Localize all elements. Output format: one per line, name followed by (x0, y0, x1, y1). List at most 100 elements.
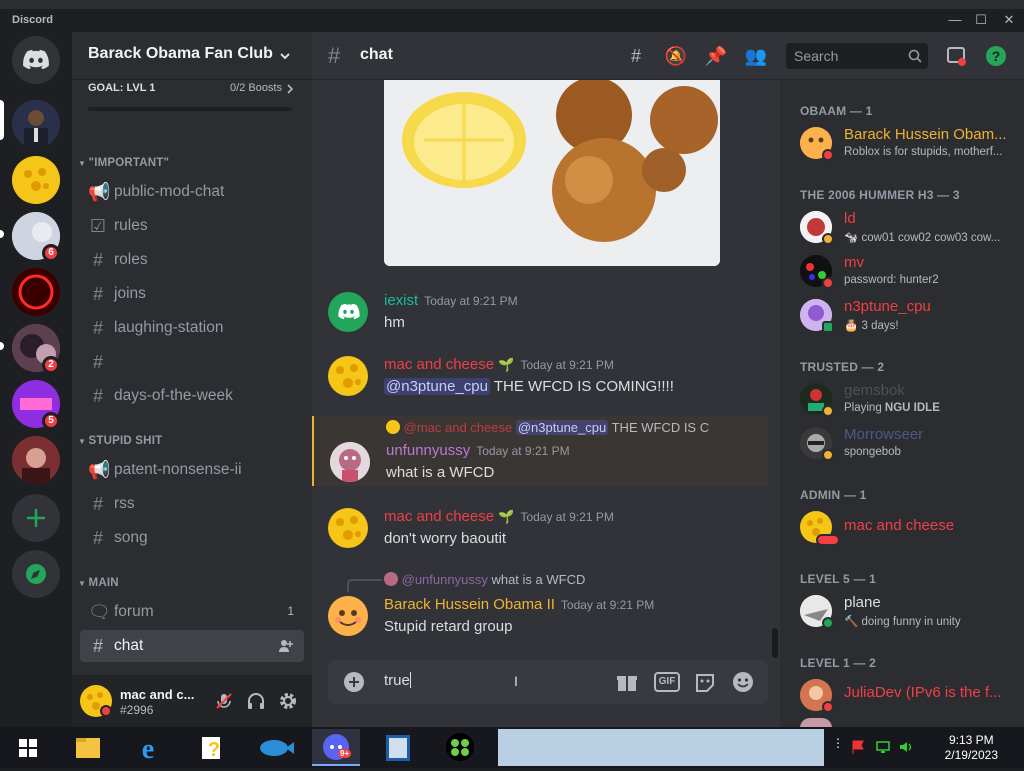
channel-roles[interactable]: # roles (80, 244, 304, 276)
message-text: hm (384, 314, 405, 331)
author-name[interactable]: iexist Today at 9:21 PM (384, 292, 518, 309)
author-name[interactable]: mac and cheese 🌱 Today at 9:21 PM (384, 356, 614, 373)
notification-mute-icon[interactable]: 🔕 (664, 44, 688, 68)
channel-joins[interactable]: # joins (80, 278, 304, 310)
explore-button[interactable] (12, 550, 60, 598)
network-icon[interactable] (875, 739, 891, 755)
author-name[interactable]: Barack Hussein Obama II Today at 9:21 PM (384, 596, 654, 613)
help-icon[interactable]: ? (984, 44, 1008, 68)
boost-goal[interactable]: GOAL: LVL 1 0/2 Boosts (88, 82, 296, 111)
channel-rules[interactable]: ☑ rules (80, 210, 304, 242)
inbox-icon[interactable] (944, 44, 968, 68)
server-obama[interactable] (12, 100, 60, 148)
message-text: what is a WFCD (386, 464, 495, 481)
boost-count: 0/2 Boosts (230, 82, 282, 94)
custom-status-icon: 🐄 (844, 232, 862, 244)
chat-scrollbar[interactable] (772, 628, 778, 658)
reply-preview[interactable]: @mac and cheese @n3ptune_cpu THE WFCD IS… (386, 420, 709, 435)
server-4-icon (12, 268, 60, 316)
virtualbox-icon[interactable] (374, 729, 422, 766)
close-button[interactable]: ✕ (1000, 12, 1018, 28)
channel-days-of-the-week[interactable]: # days-of-the-week (80, 380, 304, 412)
action-center-flag-icon[interactable] (850, 739, 866, 755)
guild-header[interactable]: Barack Obama Fan Club (72, 32, 312, 80)
home-button[interactable] (12, 36, 60, 84)
channel-chat[interactable]: # chat (80, 630, 304, 662)
threads-icon[interactable]: # (624, 44, 648, 68)
pin-icon[interactable]: 📌 (704, 44, 728, 68)
author-avatar[interactable] (328, 292, 368, 332)
search-input[interactable]: Search (786, 43, 928, 69)
clover-app-icon[interactable] (436, 729, 484, 766)
file-explorer-icon[interactable] (64, 729, 112, 766)
maximize-button[interactable]: ☐ (972, 12, 990, 28)
idle-status-dot (822, 233, 834, 245)
gift-icon[interactable] (616, 672, 638, 692)
category-main[interactable]: ▼ MAIN (78, 577, 119, 589)
author-avatar[interactable] (328, 596, 368, 636)
author-avatar[interactable] (330, 442, 370, 482)
taskbar-window-preview[interactable] (498, 729, 824, 766)
hash-thread-icon: # (92, 494, 103, 514)
attach-plus-icon[interactable] (344, 672, 364, 692)
member-name: mac and cheese (844, 517, 955, 534)
author-name[interactable]: unfunnyussy Today at 9:21 PM (386, 442, 570, 459)
member-item[interactable]: mv password: hunter2 (788, 250, 1016, 292)
member-item[interactable]: plane 🔨 doing funny in unity (788, 590, 1016, 632)
discord-taskbar-button[interactable]: 9+ (312, 729, 360, 766)
add-server-button[interactable] (12, 494, 60, 542)
minimize-button[interactable]: — (946, 12, 964, 28)
system-clock[interactable]: 9:13 PM 2/19/2023 (945, 733, 998, 763)
server-mac[interactable] (12, 156, 60, 204)
member-item[interactable]: n3ptune_cpu 🎂 3 days! (788, 294, 1016, 336)
gif-button[interactable]: GIF (654, 672, 680, 692)
show-hidden-icons[interactable]: ⋮ (832, 737, 844, 755)
mute-mic-icon[interactable] (214, 691, 234, 711)
app-title: Discord (12, 14, 53, 26)
member-list-icon[interactable]: 👥 (744, 44, 768, 68)
message-input[interactable]: true (384, 672, 411, 689)
sticker-icon[interactable] (694, 672, 716, 692)
server-4[interactable] (12, 268, 60, 316)
fish-app-icon[interactable] (250, 729, 298, 766)
author-avatar[interactable] (328, 508, 368, 548)
mobile-status-icon (822, 321, 834, 333)
user-mention[interactable]: @n3ptune_cpu (384, 378, 490, 395)
internet-explorer-icon[interactable]: e (124, 729, 172, 766)
channel-patent-nonsense[interactable]: 📢 patent-nonsense-ii (80, 454, 304, 486)
food-image (384, 80, 720, 266)
role-header: TRUSTED — 2 (800, 360, 885, 374)
volume-icon[interactable] (898, 739, 914, 755)
member-item[interactable]: gemsbok Playing NGU IDLE (788, 378, 1016, 420)
role-header: THE 2006 HUMMER H3 — 3 (800, 188, 960, 202)
member-item[interactable]: ld 🐄 cow01 cow02 cow03 cow... (788, 206, 1016, 248)
category-stupid[interactable]: ▼ STUPID SHIT (78, 435, 162, 447)
channel-rss[interactable]: # rss (80, 488, 304, 520)
reply-preview[interactable]: @unfunnyussy what is a WFCD (384, 572, 585, 587)
clock-date: 2/19/2023 (944, 748, 998, 762)
server-7[interactable] (12, 436, 60, 484)
settings-gear-icon[interactable] (278, 691, 298, 711)
emoji-icon[interactable] (732, 671, 754, 693)
channel-unnamed[interactable]: # (80, 346, 304, 378)
channel-laughing-station[interactable]: # laughing-station (80, 312, 304, 344)
headphones-icon[interactable] (246, 691, 266, 711)
discord-badge: 9+ (338, 749, 352, 758)
hash-icon: # (92, 250, 103, 270)
channel-forum[interactable]: 🗨 forum 1 (80, 596, 304, 628)
unread-pill (0, 342, 4, 350)
member-item[interactable]: JuliaDev (IPv6 is the f... (788, 674, 1016, 716)
help-file-icon[interactable]: ? (188, 729, 236, 766)
reply-avatar (386, 420, 400, 434)
windows-start-icon[interactable] (4, 729, 52, 766)
channel-song[interactable]: # song (80, 522, 304, 554)
author-avatar[interactable] (328, 356, 368, 396)
member-item[interactable]: Morrowseer spongebob (788, 422, 1016, 464)
cake-icon: 🎂 (844, 320, 862, 332)
image-attachment[interactable] (384, 80, 720, 266)
category-important[interactable]: ▼ "IMPORTANT" (78, 157, 169, 169)
channel-public-mod-chat[interactable]: 📢 public-mod-chat (80, 176, 304, 208)
member-item[interactable]: Barack Hussein Obam... Roblox is for stu… (788, 122, 1016, 164)
member-item[interactable]: mac and cheese (788, 506, 1016, 548)
author-name[interactable]: mac and cheese 🌱 Today at 9:21 PM (384, 508, 614, 525)
